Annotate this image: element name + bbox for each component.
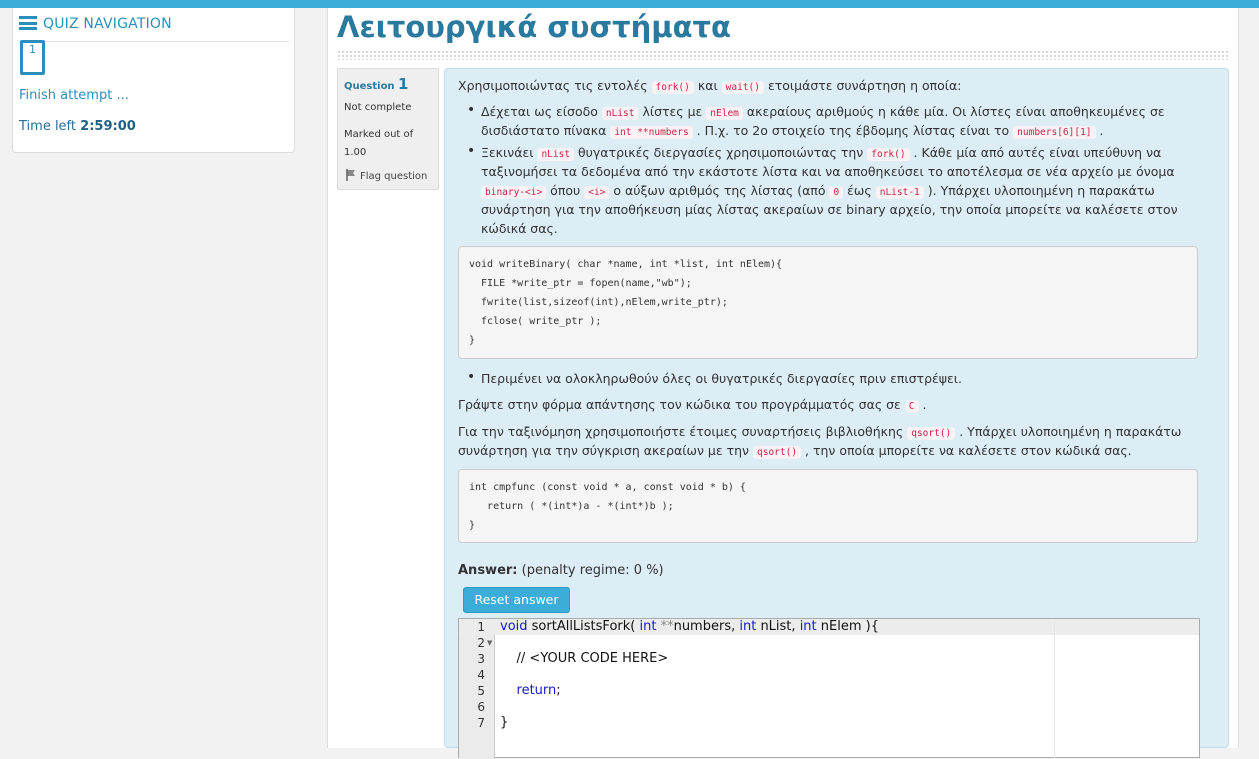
bullet-3: Περιμένει να ολοκληρωθούν όλες οι θυγατρ…: [481, 371, 962, 386]
code-block-cmpfunc: int cmpfunc (const void * a, const void …: [458, 469, 1198, 543]
question-text-panel: Χρησιμοποιώντας τις εντολές fork() και w…: [444, 68, 1229, 759]
bullet-2-line-1: Ξεκινάει nList θυγατρικές διεργασίες χρη…: [481, 145, 1162, 161]
penalty-regime: (penalty regime: 0 %): [521, 563, 664, 578]
editor-line[interactable]: 6: [459, 699, 1199, 715]
fold-arrow-icon[interactable]: ▼: [487, 635, 492, 651]
question-grade: Marked out of 1.00: [344, 129, 414, 158]
paragraph-qsort-line-1: Για την ταξινόμηση χρησιμοποιήστε έτοιμε…: [458, 424, 1182, 440]
page-title: Λειτουργικά συστήματα: [337, 10, 731, 44]
bullet: •: [467, 143, 476, 159]
editor-line[interactable]: 7 }: [459, 715, 1199, 731]
bullet-1-line-1: Δέχεται ως είσοδο nList λίστες με nElem …: [481, 104, 1165, 120]
bullet-2-line-4: συνάρτηση για την αποθήκευση μίας λίστας…: [481, 202, 1178, 217]
bullet: •: [467, 369, 476, 385]
bullet-1-line-2: δισδιάστατο πίνακα int **numbers . Π.χ. …: [481, 123, 1104, 139]
paragraph-language: Γράψτε στην φόρμα απάντησης τον κώδικα τ…: [458, 397, 927, 413]
question-intro: Χρησιμοποιώντας τις εντολές fork() και w…: [458, 78, 962, 94]
editor-line[interactable]: 2 ▼: [459, 635, 1199, 651]
code-editor[interactable]: 1 void sortAllListsFork( int **numbers, …: [458, 618, 1200, 759]
flag-icon: [346, 169, 355, 181]
question-state: Not complete: [344, 102, 412, 113]
menu-icon[interactable]: [19, 16, 37, 30]
editor-line[interactable]: 1 void sortAllListsFork( int **numbers, …: [459, 619, 1199, 635]
question-info: Question 1 Not complete Marked out of 1.…: [337, 68, 439, 190]
question-label: Question: [344, 81, 395, 92]
bullet-2-line-5: κώδικά σας.: [481, 221, 558, 236]
editor-line[interactable]: 3 // <YOUR CODE HERE>: [459, 651, 1199, 667]
editor-line[interactable]: 4: [459, 667, 1199, 683]
reset-answer-button[interactable]: Reset answer: [463, 587, 570, 613]
answer-heading: Answer: (penalty regime: 0 %): [458, 563, 664, 578]
bullet-2-line-3: binary-<i> όπου <i> ο αύξων αριθμός της …: [481, 183, 1155, 199]
editor-line[interactable]: 5 return;: [459, 683, 1199, 699]
quiz-navigation-title: QUIZ NAVIGATION: [43, 16, 172, 32]
finish-attempt-link[interactable]: Finish attempt ...: [19, 88, 129, 103]
time-left-label: Time left: [19, 119, 77, 134]
answer-label: Answer:: [458, 563, 518, 578]
title-divider: [337, 50, 1228, 60]
time-left: Time left 2:59:00: [19, 119, 136, 134]
question-number: Question 1: [344, 75, 408, 93]
bullet: •: [467, 102, 476, 118]
quiz-navigation-block: QUIZ NAVIGATION 1 Finish attempt ... Tim…: [12, 8, 295, 153]
top-bar: [0, 0, 1259, 8]
quiz-navigation-header: QUIZ NAVIGATION: [19, 14, 289, 42]
paragraph-qsort-line-2: συνάρτηση για την σύγκριση ακεραίων με τ…: [458, 443, 1132, 459]
question-number-value: 1: [398, 75, 409, 93]
time-left-value: 2:59:00: [80, 119, 136, 134]
bullet-2-line-2: ταξινομήσει τα δεδομένα από την εκάστοτε…: [481, 164, 1175, 179]
code-block-writebinary: void writeBinary( char *name, int *list,…: [458, 246, 1198, 359]
flag-question-label: Flag question: [360, 171, 428, 182]
flag-question-link[interactable]: Flag question: [346, 169, 427, 182]
question-nav-button-1[interactable]: 1: [20, 40, 45, 75]
